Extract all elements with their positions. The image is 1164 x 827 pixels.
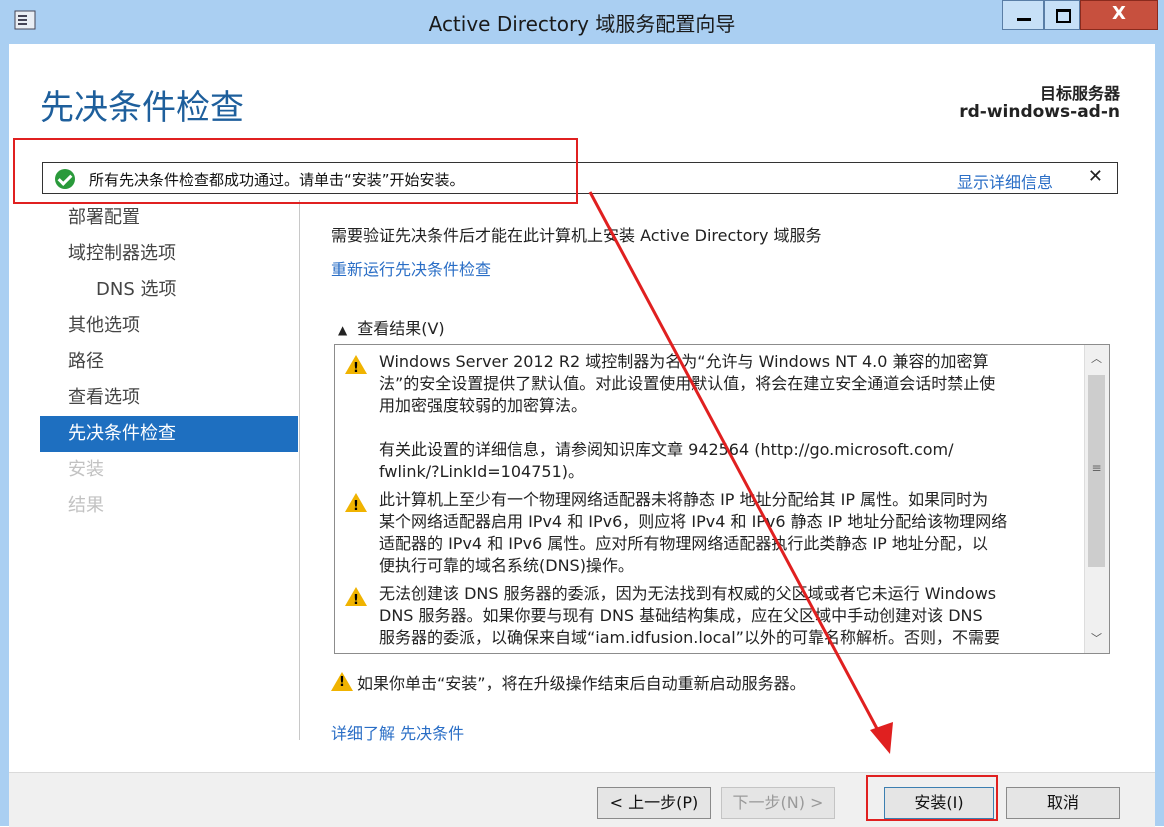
result-line: fwlink/?LinkId=104751)。 — [379, 462, 584, 481]
rerun-prereq-link[interactable]: 重新运行先决条件检查 — [331, 256, 491, 280]
nav-divider — [299, 200, 300, 740]
result-item: Windows Server 2012 R2 域控制器为名为“允许与 Windo… — [335, 351, 1083, 483]
maximize-button[interactable] — [1044, 0, 1080, 30]
close-icon: X — [1112, 3, 1126, 24]
warning-icon — [345, 355, 367, 380]
reboot-note: 如果你单击“安装”，将在升级操作结束后自动重新启动服务器。 — [331, 670, 806, 694]
warning-icon — [345, 493, 367, 518]
result-item: 无法创建该 DNS 服务器的委派，因为无法找到有权威的父区域或者它未运行 Win… — [335, 583, 1083, 649]
result-line: 用加密强度较弱的加密算法。 — [379, 396, 588, 415]
nav-item-paths[interactable]: 路径 — [40, 344, 298, 380]
nav-item-install: 安装 — [68, 459, 104, 480]
nav-item-dns-options[interactable]: DNS 选项 — [40, 272, 298, 308]
page-title: 先决条件检查 — [40, 88, 244, 128]
minimize-button[interactable] — [1002, 0, 1044, 30]
result-line: 有关此设置的详细信息，请参阅知识库文章 942564 (http://go.mi… — [379, 440, 954, 459]
title-bar[interactable]: Active Directory 域服务配置向导 X — [0, 0, 1164, 44]
nav-item-additional-options[interactable]: 其他选项 — [40, 308, 298, 344]
scroll-down-icon[interactable]: ﹀ — [1088, 630, 1105, 648]
dismiss-status-icon[interactable]: ✕ — [1088, 166, 1103, 187]
previous-button[interactable]: < 上一步(P) — [597, 787, 711, 819]
result-line: 无法创建该 DNS 服务器的委派，因为无法找到有权威的父区域或者它未运行 Win… — [379, 584, 997, 603]
scroll-up-icon[interactable]: ︿ — [1088, 350, 1105, 368]
main-description: 需要验证先决条件后才能在此计算机上安装 Active Directory 域服务 — [331, 226, 822, 245]
grip-icon: ≡ — [1091, 461, 1102, 475]
window-title: Active Directory 域服务配置向导 — [428, 12, 736, 36]
result-line: 便执行可靠的域名系统(DNS)操作。 — [379, 556, 634, 575]
result-line: 适配器的 IPv4 和 IPv6 属性。应对所有物理网络适配器执行此类静态 IP… — [379, 534, 988, 553]
annotation-highlight-install — [866, 775, 998, 821]
results-expander[interactable]: ▲ 查看结果(V) — [338, 315, 445, 339]
show-details-link[interactable]: 显示详细信息 — [957, 169, 1053, 193]
nav-item-dc-options[interactable]: 域控制器选项 — [40, 236, 298, 272]
result-line: DNS 服务器。如果你要与现有 DNS 基础结构集成，应在父区域中手动创建对该 … — [379, 606, 983, 625]
result-item: 此计算机上至少有一个物理网络适配器未将静态 IP 地址分配给其 IP 属性。如果… — [335, 489, 1083, 577]
warning-icon — [331, 672, 353, 691]
results-header-label: 查看结果(V) — [357, 319, 445, 338]
target-server-label: 目标服务器 — [1039, 84, 1120, 103]
result-line: 服务器的委派，以确保来自域“iam.idfusion.local”以外的可靠名称… — [379, 628, 1000, 647]
wizard-nav: 部署配置 域控制器选项 DNS 选项 其他选项 路径 查看选项 先决条件检查 安… — [40, 200, 298, 524]
results-scrollbar[interactable]: ︿ ≡ ﹀ — [1084, 345, 1109, 653]
close-window-button[interactable]: X — [1080, 0, 1158, 30]
next-button: 下一步(N) > — [721, 787, 835, 819]
nav-item-prereq-check[interactable]: 先决条件检查 — [40, 416, 298, 452]
nav-item-review[interactable]: 查看选项 — [40, 380, 298, 416]
nav-item-results: 结果 — [68, 495, 104, 516]
result-line: 法”的安全设置提供了默认值。对此设置使用默认值，将会在建立安全通道会话时禁止使 — [379, 374, 996, 393]
chevron-up-icon: ▲ — [338, 323, 348, 337]
target-server-name: rd-windows-ad-n — [959, 102, 1120, 122]
cancel-button[interactable]: 取消 — [1006, 787, 1120, 819]
results-list[interactable]: Windows Server 2012 R2 域控制器为名为“允许与 Windo… — [334, 344, 1110, 654]
annotation-highlight-status — [13, 138, 578, 204]
nav-item-deployment[interactable]: 部署配置 — [40, 200, 298, 236]
scroll-thumb[interactable]: ≡ — [1088, 375, 1105, 567]
result-line: Windows Server 2012 R2 域控制器为名为“允许与 Windo… — [379, 352, 989, 371]
learn-more-link[interactable]: 详细了解 先决条件 — [331, 720, 464, 744]
warning-icon — [345, 587, 367, 612]
result-line: 某个网络适配器启用 IPv4 和 IPv6，则应将 IPv4 和 IPv6 静态… — [379, 512, 1008, 531]
reboot-note-text: 如果你单击“安装”，将在升级操作结束后自动重新启动服务器。 — [357, 674, 806, 693]
result-line: 此计算机上至少有一个物理网络适配器未将静态 IP 地址分配给其 IP 属性。如果… — [379, 490, 989, 509]
